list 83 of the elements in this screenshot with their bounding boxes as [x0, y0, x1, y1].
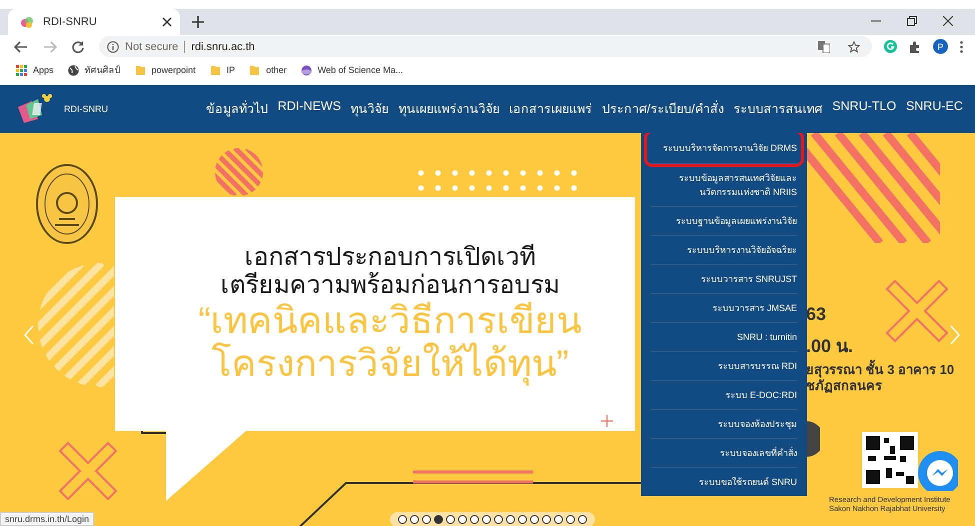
- bookmark-link[interactable]: powerpoint: [134, 64, 196, 76]
- event-detail-text: ยสุวรรณา ชั้น 3 อาคาร 10: [806, 362, 954, 378]
- menu-item[interactable]: ระบบจองเลขที่คำสั่ง: [651, 439, 797, 468]
- menu-item[interactable]: ระบบวารสาร SNRUJST: [651, 265, 797, 294]
- nav-link[interactable]: ประกาศ/ระเบียบ/คำสั่ง: [602, 99, 724, 119]
- logo-text: RDI-SNRU: [64, 104, 108, 114]
- carousel-dot[interactable]: [434, 515, 443, 524]
- menu-icon[interactable]: [960, 40, 963, 52]
- carousel-dot[interactable]: [446, 515, 455, 524]
- plus-sign-icon: [601, 415, 613, 427]
- star-icon[interactable]: [848, 40, 860, 52]
- nav-link[interactable]: ข้อมูลทั่วไป: [206, 99, 268, 119]
- menu-item[interactable]: ระบบสารบรรณ RDI: [651, 352, 797, 381]
- back-icon[interactable]: [14, 40, 28, 52]
- menu-item[interactable]: ระบบขอใช้รถยนต์ SNRU: [651, 468, 797, 496]
- menu-item[interactable]: ระบบบริหารงานวิจัยอัจฉริยะ: [651, 236, 797, 265]
- reload-icon[interactable]: [72, 40, 84, 52]
- site-logo-icon: [20, 15, 34, 29]
- carousel-dot[interactable]: [554, 515, 563, 524]
- restore-icon[interactable]: [907, 16, 917, 26]
- menu-item[interactable]: ระบบบริหารจัดการงานวิจัย DRMS: [647, 133, 801, 164]
- browser-tab[interactable]: RDI-SNRU: [8, 9, 180, 35]
- carousel-dot[interactable]: [458, 515, 467, 524]
- carousel-dot[interactable]: [410, 515, 419, 524]
- close-icon[interactable]: [943, 16, 953, 26]
- messenger-icon[interactable]: [918, 451, 958, 491]
- nav-link[interactable]: RDI-NEWS: [278, 99, 341, 119]
- bookmark-link[interactable]: Web of Science Ma...: [300, 64, 403, 76]
- carousel-dot[interactable]: [398, 515, 407, 524]
- carousel-dot[interactable]: [518, 515, 527, 524]
- translate-icon[interactable]: [818, 40, 830, 52]
- tab-title: RDI-SNRU: [43, 16, 98, 28]
- nav-link[interactable]: SNRU-TLO: [832, 99, 896, 119]
- cross-outline-drawing: [885, 279, 949, 343]
- bookmark-link[interactable]: ทัศนศิลป์: [68, 63, 121, 77]
- dark-circle-drawing: [806, 421, 820, 457]
- bookmark-link[interactable]: Apps: [16, 64, 54, 76]
- carousel-dot[interactable]: [506, 515, 515, 524]
- menu-item[interactable]: ระบบวารสาร JMSAE: [651, 294, 797, 323]
- new-tab-icon[interactable]: [192, 16, 204, 28]
- headline-text: “เทคนิคและวิธีการเขียน: [198, 300, 582, 342]
- menu-item[interactable]: ระบบฐานข้อมูลเผยแพร่งานวิจัย: [651, 207, 797, 236]
- cross-outline-drawing: [58, 441, 118, 501]
- carousel-dot[interactable]: [566, 515, 575, 524]
- event-detail-text: 63: [806, 303, 828, 326]
- carousel-dot[interactable]: [494, 515, 503, 524]
- menu-item[interactable]: SNRU : turnitin: [651, 323, 797, 352]
- event-detail-text: ชภัฏสกลนคร: [806, 378, 883, 394]
- carousel-dot[interactable]: [470, 515, 479, 524]
- profile-avatar[interactable]: P: [933, 39, 948, 54]
- url-text: rdi.snru.ac.th: [191, 40, 255, 52]
- carousel-dot[interactable]: [578, 515, 587, 524]
- event-detail-text: .00 น.: [806, 335, 854, 358]
- folder-icon: [249, 64, 260, 76]
- security-label: Not secure: [125, 40, 186, 52]
- nav-link[interactable]: ระบบสารสนเทศ: [734, 99, 823, 119]
- apps-grid-icon: [16, 64, 27, 76]
- carousel-dot[interactable]: [422, 515, 431, 524]
- sphere-icon: [300, 64, 312, 76]
- bookmark-link[interactable]: other: [249, 64, 287, 76]
- carousel-dot[interactable]: [542, 515, 551, 524]
- nav-link[interactable]: SNRU-EC: [906, 99, 963, 119]
- nav-link[interactable]: เอกสารเผยแพร่: [509, 99, 592, 119]
- globe-icon: [68, 64, 79, 76]
- qr-code-drawing: [862, 432, 918, 488]
- folder-icon: [134, 64, 146, 76]
- headline-text: เตรียมความพร้อมก่อนการอบรม: [220, 271, 560, 300]
- headline-text: โครงการวิจัยให้ได้ทุน”: [211, 342, 569, 386]
- close-icon[interactable]: [162, 17, 172, 27]
- info-icon: [107, 40, 119, 52]
- menu-item[interactable]: ระบบข้อมูลสารสนเทศวิจัยและนวัตกรรมแห่งชาติ NRIIS: [651, 164, 797, 207]
- carousel-dot[interactable]: [482, 515, 491, 524]
- bookmark-link[interactable]: IP: [210, 64, 236, 76]
- folder-icon: [210, 64, 221, 76]
- menu-item[interactable]: ระบบจองห้องประชุม: [651, 410, 797, 439]
- menu-item[interactable]: ระบบ E-DOC:RDI: [651, 381, 797, 410]
- nav-link[interactable]: ทุนเผยแพร่งานวิจัย: [398, 99, 500, 119]
- address-field[interactable]: Not secure rdi.snru.ac.th: [99, 36, 872, 57]
- status-bar-url: snru.drms.in.th/Login: [0, 512, 94, 526]
- puzzle-icon[interactable]: [909, 40, 921, 52]
- nav-link[interactable]: ทุนวิจัย: [350, 99, 389, 119]
- carousel-dot[interactable]: [530, 515, 539, 524]
- headline-text: เอกสารประกอบการเปิดเวที: [244, 242, 536, 272]
